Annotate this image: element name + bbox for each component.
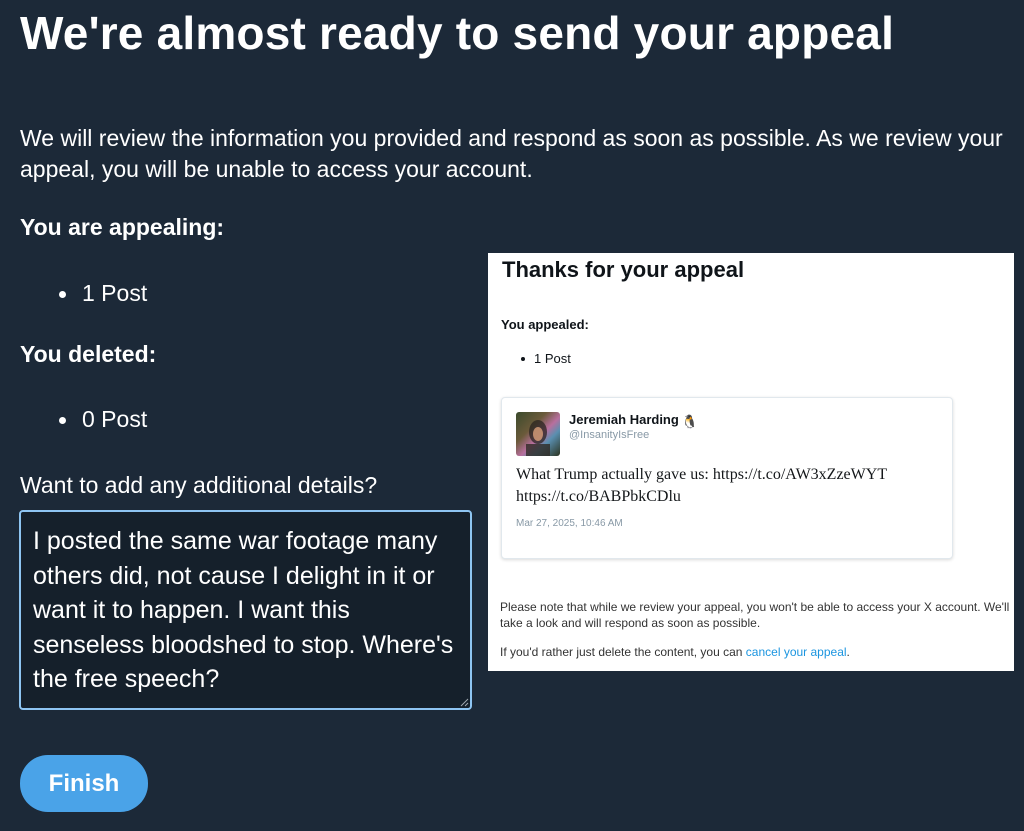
list-item: 0 Post: [55, 406, 147, 433]
details-textarea[interactable]: I posted the same war footage many other…: [19, 510, 472, 710]
intro-text: We will review the information you provi…: [20, 125, 1003, 182]
post-card: Jeremiah Harding 🐧 @InsanityIsFree What T…: [501, 397, 953, 559]
post-date: Mar 27, 2025, 10:46 AM: [516, 518, 623, 529]
finish-button[interactable]: Finish: [20, 755, 148, 812]
post-text: What Trump actually gave us: https://t.c…: [516, 466, 887, 505]
details-label: Want to add any additional details?: [20, 472, 378, 498]
deleted-heading: You deleted:: [20, 341, 157, 367]
appeal-confirmation-screenshot: Thanks for your appeal You appealed: 1 P…: [488, 253, 1014, 671]
page-title: We're almost ready to send your appeal: [20, 7, 895, 59]
appealing-heading: You are appealing:: [20, 214, 225, 240]
cancel-prefix: If you'd rather just delete the content,…: [500, 645, 743, 659]
penguin-icon: 🐧: [681, 414, 699, 429]
avatar: [516, 412, 560, 456]
appealed-label: You appealed:: [501, 317, 589, 332]
list-item: 1 Post: [516, 351, 571, 366]
confirmation-title: Thanks for your appeal: [502, 257, 745, 282]
appealing-list: 1 Post: [55, 280, 147, 307]
review-note: Please note that while we review your ap…: [500, 600, 1010, 630]
post-author: Jeremiah Harding 🐧: [569, 412, 698, 430]
resize-handle-icon[interactable]: [459, 697, 469, 707]
cancel-suffix: .: [846, 645, 850, 659]
list-item: 1 Post: [55, 280, 147, 307]
avatar-portrait-icon: [526, 420, 550, 456]
post-handle: @InsanityIsFree: [569, 429, 650, 441]
deleted-list: 0 Post: [55, 406, 147, 433]
appealed-list: 1 Post: [516, 351, 571, 366]
author-name: Jeremiah Harding: [569, 412, 679, 427]
cancel-appeal-link[interactable]: cancel your appeal: [746, 645, 847, 659]
cancel-note: If you'd rather just delete the content,…: [500, 645, 850, 659]
